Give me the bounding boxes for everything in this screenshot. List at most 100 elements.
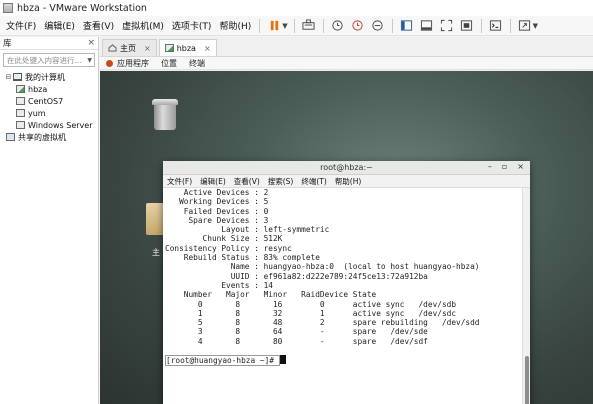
guest-menu-places[interactable]: 位置 <box>161 58 177 69</box>
library-title: 库 <box>3 39 12 49</box>
guest-menu-terminal[interactable]: 终端 <box>189 58 205 69</box>
tree-item-hbza[interactable]: hbza <box>0 83 98 95</box>
close-icon[interactable]: × <box>87 38 95 48</box>
tree-item-label: 我的计算机 <box>25 72 65 82</box>
sidebar-icon <box>401 20 413 31</box>
menu-view[interactable]: 查看(V) <box>79 19 118 32</box>
terminal-line: Rebuild Status : 83% complete <box>165 253 320 263</box>
terminal-menu-view[interactable]: 查看(V) <box>234 176 260 187</box>
shared-vm-icon <box>6 133 15 141</box>
tree-item-label: CentOS7 <box>28 96 64 106</box>
menubar: 文件(F) 编辑(E) 查看(V) 虚拟机(M) 选项卡(T) 帮助(H) ▼ … <box>0 16 593 36</box>
terminal-line: 0 8 16 0 active sync /dev/sdb <box>165 299 457 309</box>
send-ctrl-alt-del-button[interactable] <box>300 18 318 34</box>
tree-item-windows-server[interactable]: Windows Server <box>0 119 98 131</box>
terminal-line: UUID : ef961a82:d222e789:24f5ce13:72a912… <box>165 271 428 281</box>
revert-snapshot-button[interactable] <box>349 18 367 34</box>
vm-icon <box>16 121 25 129</box>
chevron-down-icon[interactable]: ▼ <box>87 57 92 64</box>
terminal-prompt-line[interactable]: [root@huangyao-hbza ~]# <box>165 355 522 367</box>
terminal-menu-edit[interactable]: 编辑(E) <box>200 176 226 187</box>
terminal-line: 1 8 32 1 active sync /dev/sdc <box>165 308 457 318</box>
pause-button[interactable] <box>265 18 283 34</box>
terminal-line: Chunk Size : 512K <box>165 234 283 244</box>
show-library-button[interactable] <box>398 18 416 34</box>
close-icon[interactable]: × <box>144 44 151 53</box>
toolbar-separator <box>293 18 295 33</box>
text-cursor <box>279 355 286 365</box>
tree-item-label: hbza <box>28 84 48 94</box>
library-search-input[interactable]: 在此处键入内容进行... ▼ <box>3 53 95 67</box>
terminal-line: Consistency Policy : resync <box>165 243 292 253</box>
minimize-icon[interactable]: – <box>488 162 492 171</box>
keyboard-icon <box>302 19 315 30</box>
full-screen-button[interactable] <box>438 18 456 34</box>
tab-label: 主页 <box>120 43 136 53</box>
terminal-menu-help[interactable]: 帮助(H) <box>335 176 362 187</box>
computer-icon <box>13 73 22 81</box>
tree-item-shared-vms[interactable]: 共享的虚拟机 <box>0 131 98 143</box>
terminal-line: Failed Devices : 0 <box>165 206 269 216</box>
terminal-output[interactable]: Active Devices : 2 Working Devices : 5 F… <box>163 188 522 404</box>
close-icon[interactable]: × <box>204 44 211 53</box>
terminal-menu-file[interactable]: 文件(F) <box>167 176 192 187</box>
terminal-line: Number Major Minor RaidDevice State <box>165 290 377 300</box>
tree-item-label: Windows Server <box>28 120 93 130</box>
maximize-icon[interactable]: ▫ <box>502 162 507 171</box>
toolbar-separator <box>480 18 482 33</box>
gnome-logo-icon <box>106 59 113 67</box>
chevron-down-icon[interactable]: ▼ <box>282 22 287 30</box>
tab-label: hbza <box>176 43 196 53</box>
trash-icon[interactable] <box>152 99 178 131</box>
window-title: hbza - VMware Workstation <box>17 2 147 14</box>
tree-item-centos7[interactable]: CentOS7 <box>0 95 98 107</box>
chevron-down-icon[interactable]: ▼ <box>533 22 538 30</box>
collapse-icon[interactable]: ⊟ <box>4 73 13 81</box>
toolbar-separator <box>391 18 393 33</box>
terminal-line: Active Devices : 2 <box>165 188 269 197</box>
terminal-menu-terminal[interactable]: 终端(T) <box>301 176 326 187</box>
tree-item-my-computer[interactable]: ⊟ 我的计算机 <box>0 71 98 83</box>
guest-menu-applications[interactable]: 应用程序 <box>117 58 149 69</box>
stretch-icon <box>519 20 531 31</box>
terminal-window[interactable]: root@hbza:~ – ▫ × 文件(F) 编辑(E) 查看(V) 搜索(S… <box>163 161 530 404</box>
vm-running-icon <box>16 85 25 93</box>
content-area: 主页 × hbza × 应用程序 位置 终端 主 root@hbza:~ – ▫ <box>100 37 593 404</box>
library-tree: ⊟ 我的计算机 hbza CentOS7 yum Windows Server … <box>0 71 98 143</box>
stretch-view-button[interactable] <box>516 18 534 34</box>
close-icon[interactable]: × <box>517 162 524 171</box>
pause-icon <box>270 20 278 31</box>
full-screen-icon <box>441 19 453 32</box>
tab-home[interactable]: 主页 × <box>102 39 157 56</box>
toolbar-separator <box>509 18 511 33</box>
menu-vm[interactable]: 虚拟机(M) <box>118 19 168 32</box>
terminal-line: Events : 14 <box>165 280 273 290</box>
thumbnail-icon <box>421 20 433 31</box>
vmware-app-icon <box>3 3 13 13</box>
terminal-line: Name : huangyao-hbza:0 (local to host hu… <box>165 262 480 272</box>
menu-tabs[interactable]: 选项卡(T) <box>168 19 216 32</box>
terminal-line: Spare Devices : 3 <box>165 215 269 225</box>
menu-help[interactable]: 帮助(H) <box>215 19 255 32</box>
terminal-titlebar[interactable]: root@hbza:~ – ▫ × <box>163 161 530 175</box>
guest-top-bar: 应用程序 位置 终端 <box>100 57 593 70</box>
terminal-menu-search[interactable]: 搜索(S) <box>268 176 294 187</box>
menu-file[interactable]: 文件(F) <box>0 19 40 32</box>
guest-desktop[interactable]: 主 root@hbza:~ – ▫ × 文件(F) 编辑(E) 查看(V) 搜索… <box>100 71 593 404</box>
terminal-scrollbar[interactable] <box>522 188 530 404</box>
tab-hbza[interactable]: hbza × <box>158 39 217 56</box>
snapshot-button[interactable] <box>329 18 347 34</box>
clock-icon <box>332 20 343 31</box>
toolbar-separator <box>259 18 261 33</box>
snapshot-manager-button[interactable] <box>369 18 387 34</box>
shell-prompt: [root@huangyao-hbza ~]# <box>165 355 280 367</box>
thumbnail-bar-button[interactable] <box>418 18 436 34</box>
menu-edit[interactable]: 编辑(E) <box>40 19 79 32</box>
console-view-button[interactable] <box>487 18 505 34</box>
snapshot-manager-icon <box>372 20 383 31</box>
unity-button[interactable] <box>458 18 476 34</box>
scrollbar-thumb[interactable] <box>525 356 529 404</box>
vm-icon <box>16 109 25 117</box>
library-panel: 库 × 在此处键入内容进行... ▼ ⊟ 我的计算机 hbza CentOS7 … <box>0 37 99 404</box>
tree-item-yum[interactable]: yum <box>0 107 98 119</box>
